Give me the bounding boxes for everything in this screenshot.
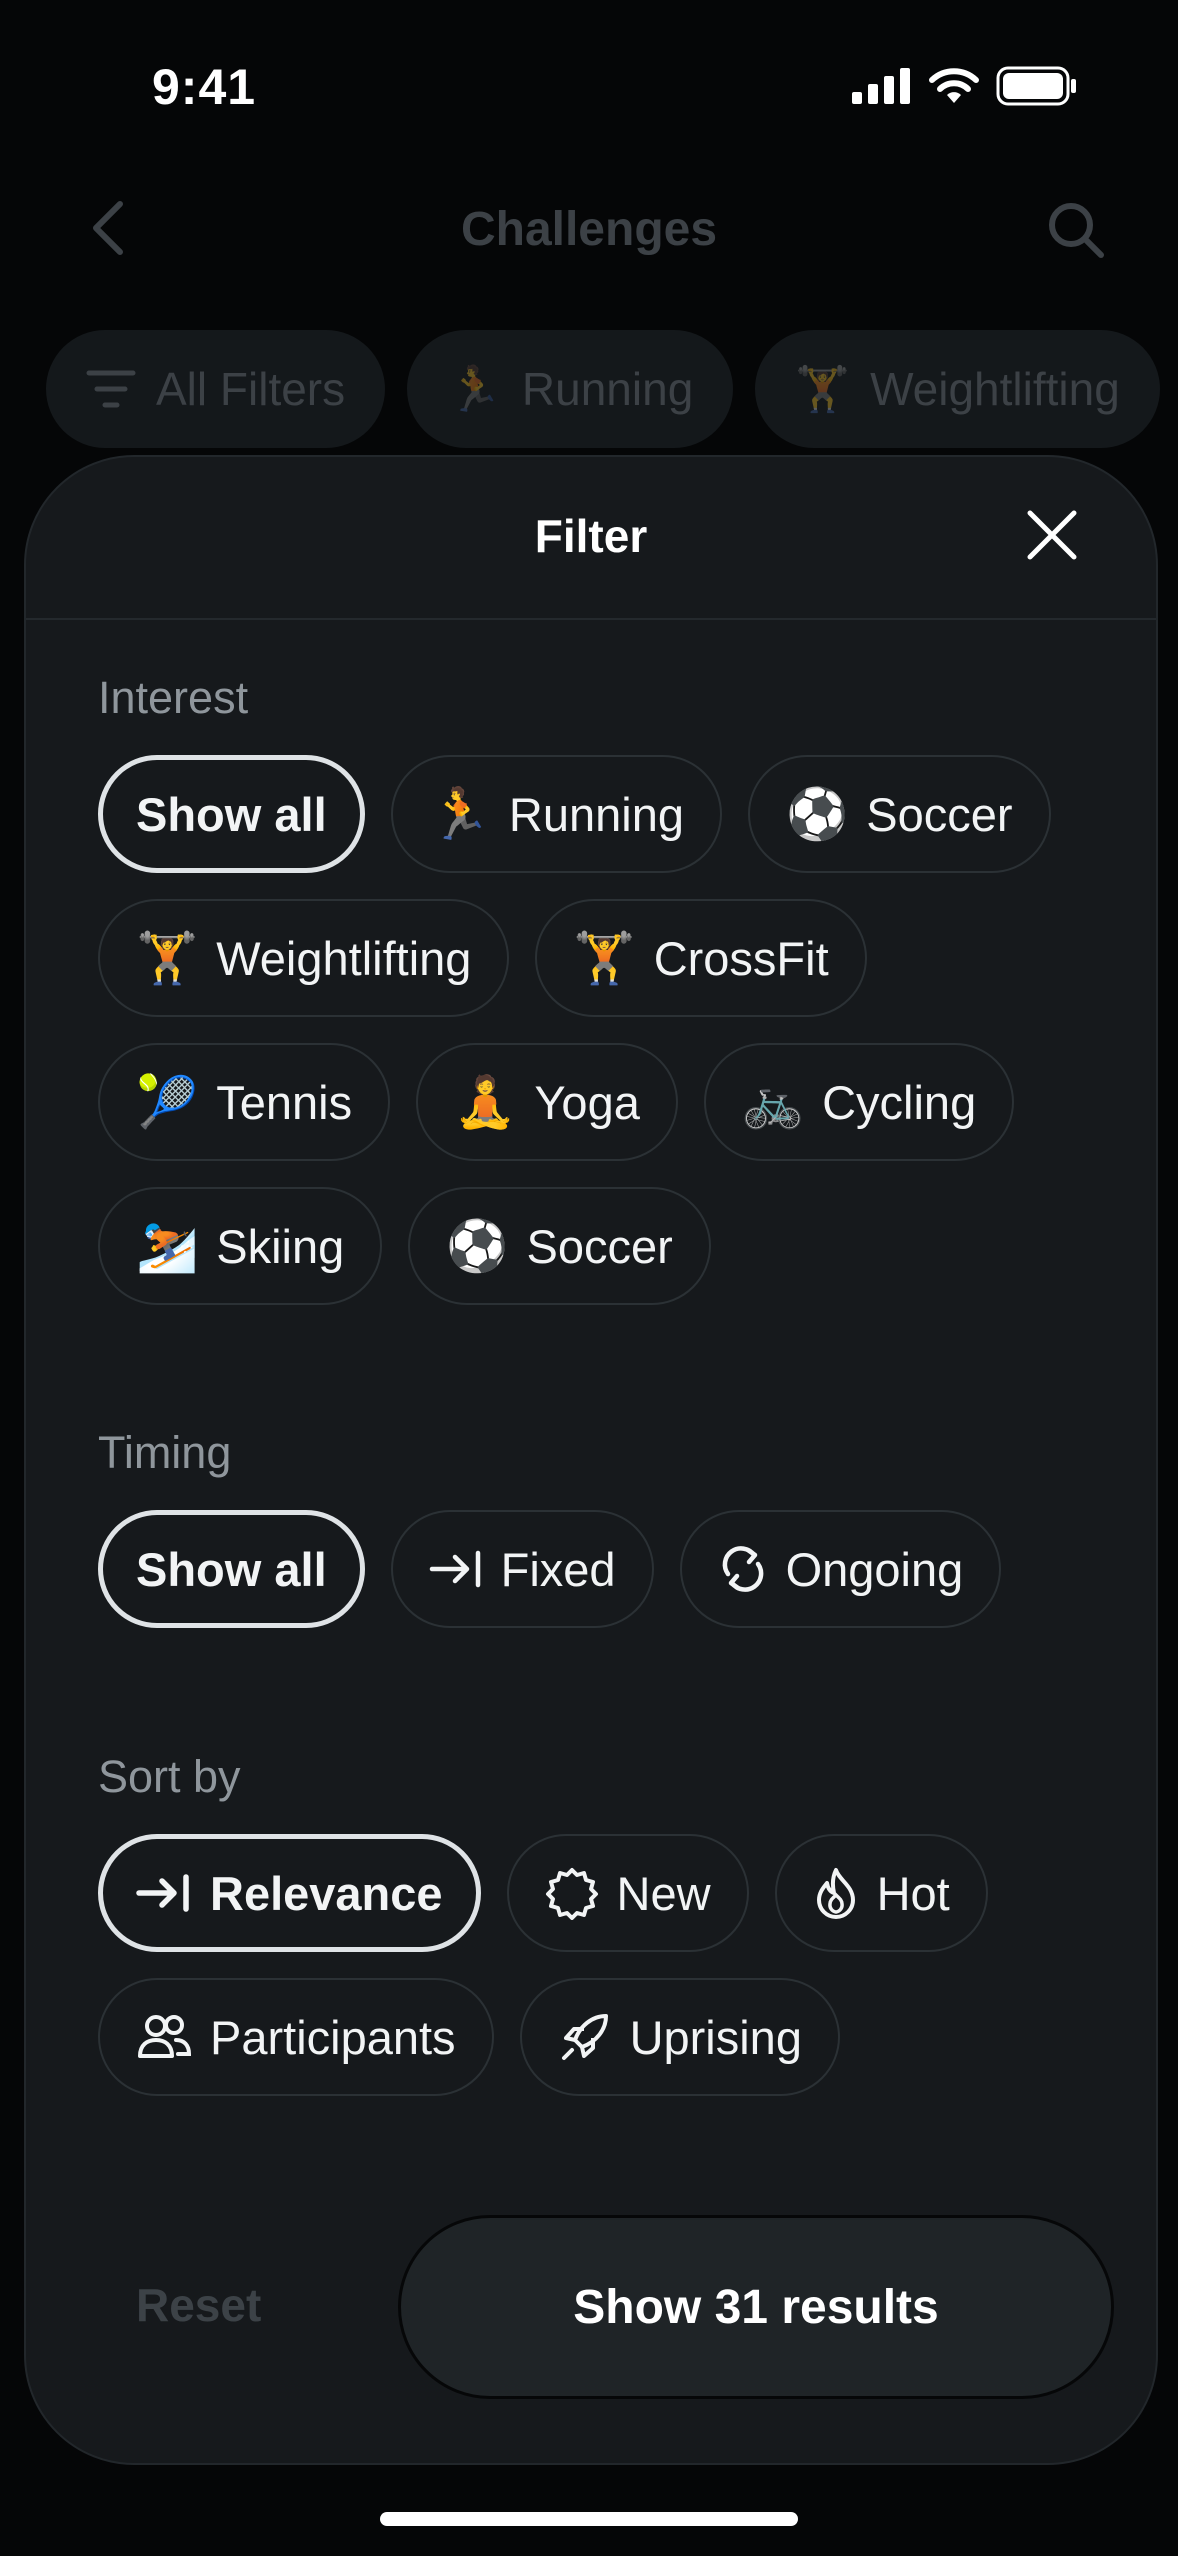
interest-chip-soccer-2[interactable]: ⚽ Soccer xyxy=(408,1187,711,1305)
chip-label: Relevance xyxy=(210,1866,443,1920)
chip-label: Ongoing xyxy=(785,1542,964,1596)
running-chip[interactable]: 🏃 Running xyxy=(407,330,734,448)
weightlifter-icon: 🏋️ xyxy=(795,365,851,414)
chip-label: Soccer xyxy=(526,1219,673,1273)
sheet-header: Filter xyxy=(26,457,1156,620)
timing-section-title: Timing xyxy=(98,1427,232,1478)
sort-chip-group: Relevance New Hot Participants Uprising xyxy=(98,1834,1098,2096)
interest-chip-tennis[interactable]: 🎾 Tennis xyxy=(98,1043,391,1161)
soccer-ball-icon: ⚽ xyxy=(786,786,849,842)
sort-section-title: Sort by xyxy=(98,1751,241,1802)
cellular-signal-icon xyxy=(852,68,910,104)
sort-chip-new[interactable]: New xyxy=(506,1834,749,1952)
search-icon[interactable] xyxy=(1046,200,1106,260)
interest-chip-weightlifting[interactable]: 🏋️ Weightlifting xyxy=(98,899,510,1017)
page-title: Challenges xyxy=(460,203,718,256)
chip-label: Running xyxy=(508,787,684,841)
sort-chip-participants[interactable]: Participants xyxy=(98,1978,494,2096)
flame-icon xyxy=(816,1868,855,1919)
tennis-ball-icon: 🎾 xyxy=(136,1074,199,1130)
wifi-icon xyxy=(929,68,979,103)
chip-label: Cycling xyxy=(822,1075,977,1129)
weightlifting-chip[interactable]: 🏋️ Weightlifting xyxy=(755,330,1160,448)
arrow-to-line-icon xyxy=(136,1874,189,1912)
interest-chip-skiing[interactable]: ⛷️ Skiing xyxy=(98,1187,383,1305)
bicycle-icon: 🚲 xyxy=(741,1074,805,1130)
interest-chip-group: Show all 🏃 Running ⚽ Soccer 🏋️ Weightlif… xyxy=(98,755,1098,1305)
sheet-footer: Reset Show 31 results xyxy=(26,2215,1156,2399)
chip-label: Soccer xyxy=(866,787,1013,841)
sheet-title: Filter xyxy=(534,510,648,562)
chip-label: All Filters xyxy=(156,363,346,415)
sort-chip-relevance[interactable]: Relevance xyxy=(98,1834,481,1952)
timing-chip-fixed[interactable]: Fixed xyxy=(390,1510,654,1628)
interest-chip-running[interactable]: 🏃 Running xyxy=(390,755,722,873)
rocket-icon xyxy=(561,2014,608,2060)
status-icons xyxy=(852,66,1078,106)
chip-label: Weightlifting xyxy=(870,363,1120,415)
chip-label: Running xyxy=(521,363,694,415)
skier-icon: ⛷️ xyxy=(136,1218,199,1274)
status-bar: 9:41 xyxy=(0,0,1178,170)
interest-chip-crossfit[interactable]: 🏋️ CrossFit xyxy=(535,899,867,1017)
nav-bar: Challenges xyxy=(0,170,1178,290)
status-time: 9:41 xyxy=(152,59,257,115)
sort-chip-uprising[interactable]: Uprising xyxy=(519,1978,840,2096)
timing-chip-group: Show all Fixed Ongoing xyxy=(98,1510,1098,1628)
chip-label: Skiing xyxy=(216,1219,345,1273)
users-icon xyxy=(138,2015,192,2058)
chip-label: Show all xyxy=(136,787,327,841)
chip-label: Uprising xyxy=(629,2010,802,2064)
yoga-icon: 🧘 xyxy=(454,1074,517,1130)
timing-chip-ongoing[interactable]: Ongoing xyxy=(679,1510,1002,1628)
weightlifter-icon: 🏋️ xyxy=(136,930,199,986)
runner-icon: 🏃 xyxy=(428,786,491,842)
refresh-icon xyxy=(722,1546,763,1592)
arrow-to-line-icon xyxy=(429,1550,480,1588)
filter-lines-icon xyxy=(86,370,136,408)
soccer-ball-icon: ⚽ xyxy=(446,1218,509,1274)
battery-icon xyxy=(996,66,1076,106)
interest-chip-yoga[interactable]: 🧘 Yoga xyxy=(416,1043,678,1161)
sort-chip-hot[interactable]: Hot xyxy=(774,1834,988,1952)
timing-chip-show-all[interactable]: Show all xyxy=(98,1510,365,1628)
chip-label: Hot xyxy=(876,1866,950,1920)
close-icon xyxy=(1027,510,1077,560)
interest-chip-cycling[interactable]: 🚲 Cycling xyxy=(703,1043,1015,1161)
chip-label: New xyxy=(616,1866,711,1920)
chip-label: Show all xyxy=(136,1542,327,1596)
badge-icon xyxy=(545,1868,598,1920)
filter-sheet: Filter Interest Show all 🏃 Running ⚽ Soc… xyxy=(24,455,1158,2465)
chip-label: Weightlifting xyxy=(216,931,472,985)
chip-label: Participants xyxy=(210,2010,456,2064)
home-indicator xyxy=(380,2512,798,2526)
show-results-button[interactable]: Show 31 results xyxy=(398,2215,1114,2399)
reset-button[interactable]: Reset xyxy=(136,2215,261,2395)
chip-label: Fixed xyxy=(500,1542,616,1596)
weightlifter-icon: 🏋️ xyxy=(573,930,636,986)
chip-label: CrossFit xyxy=(653,931,829,985)
interest-chip-show-all[interactable]: Show all xyxy=(98,755,365,873)
close-button[interactable] xyxy=(1022,505,1082,565)
interest-chip-soccer[interactable]: ⚽ Soccer xyxy=(748,755,1051,873)
chip-label: Yoga xyxy=(534,1075,640,1129)
chip-label: Tennis xyxy=(216,1075,353,1129)
background-filter-chips: All Filters 🏃 Running 🏋️ Weightlifting xyxy=(46,330,1160,448)
runner-icon: 🏃 xyxy=(447,365,502,414)
all-filters-chip[interactable]: All Filters xyxy=(46,330,386,448)
interest-section-title: Interest xyxy=(98,672,249,723)
